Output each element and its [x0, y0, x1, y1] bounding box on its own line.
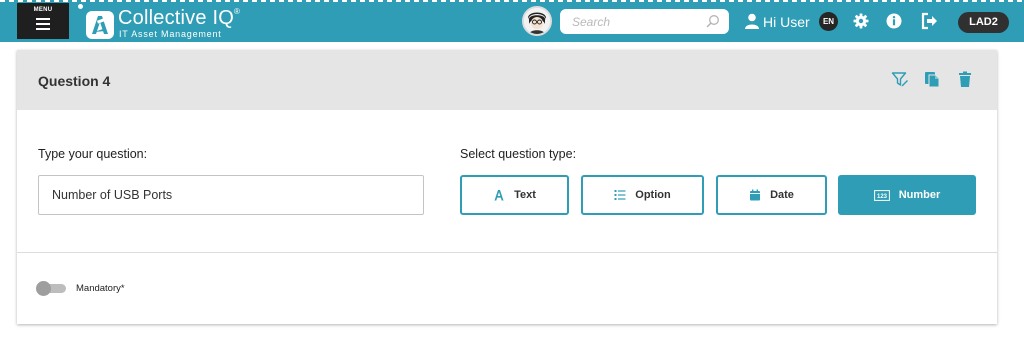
menu-label: MENU — [33, 7, 53, 13]
hamburger-icon — [36, 18, 50, 30]
search-input[interactable] — [572, 13, 702, 30]
type-option-label: Option — [635, 189, 671, 201]
type-text-label: Text — [514, 189, 536, 201]
logo-mark-icon — [86, 11, 114, 39]
search-icon[interactable] — [706, 14, 720, 28]
type-text-button[interactable]: Text — [460, 175, 569, 215]
list-icon — [614, 190, 626, 200]
mandatory-label: Mandatory* — [76, 283, 125, 294]
question-input[interactable] — [38, 175, 424, 215]
registered-mark: ® — [233, 7, 241, 16]
menu-button[interactable]: MENU — [17, 3, 69, 39]
user-icon — [745, 13, 759, 29]
calendar-icon — [750, 189, 761, 201]
copy-icon[interactable] — [923, 70, 941, 88]
gear-icon[interactable] — [852, 12, 870, 30]
app-logo[interactable]: Collective IQ® IT Asset Management — [78, 2, 248, 40]
logout-icon[interactable] — [921, 12, 939, 30]
trash-icon[interactable] — [956, 70, 974, 88]
search-box — [560, 9, 729, 34]
text-a-icon — [494, 190, 504, 201]
type-date-button[interactable]: Date — [716, 175, 827, 215]
type-number-label: Number — [898, 189, 941, 201]
type-option-button[interactable]: Option — [581, 175, 704, 215]
question-card-header: Question 4 — [17, 50, 997, 110]
question-title: Question 4 — [38, 73, 111, 89]
brand-name: Collective IQ® — [118, 7, 241, 29]
type-number-button[interactable]: 123 Number — [838, 175, 976, 215]
info-icon[interactable] — [885, 12, 903, 30]
question-prompt-label: Type your question: — [38, 147, 148, 161]
toggle-knob — [36, 281, 51, 296]
avatar-face-icon — [524, 8, 550, 34]
svg-text:123: 123 — [877, 194, 888, 200]
mandatory-toggle[interactable] — [36, 281, 68, 296]
type-date-label: Date — [770, 189, 794, 201]
number-123-icon: 123 — [873, 189, 890, 201]
user-avatar[interactable] — [522, 6, 552, 36]
top-bar: MENU Collective IQ® IT Asset Management — [0, 0, 1024, 42]
language-selector[interactable]: EN — [819, 12, 838, 31]
logo-dot — [78, 4, 83, 9]
section-divider — [17, 252, 997, 253]
brand-subtitle: IT Asset Management — [119, 29, 222, 39]
site-badge[interactable]: LAD2 — [958, 12, 1009, 33]
question-type-label: Select question type: — [460, 147, 577, 161]
question-card: Question 4 Type your question: Select qu… — [17, 50, 997, 324]
filter-edit-icon[interactable] — [891, 70, 909, 88]
user-greeting: Hi User — [763, 14, 810, 30]
